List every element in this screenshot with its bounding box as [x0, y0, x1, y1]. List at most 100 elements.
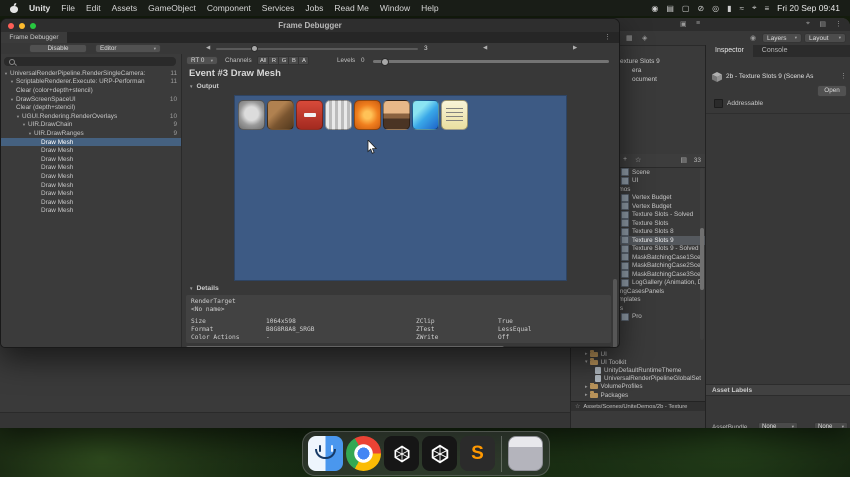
next-event-button[interactable]: ▶ — [573, 45, 577, 51]
disclosure-arrow-icon[interactable]: ▸ — [585, 351, 588, 357]
character-texture-thumbnail[interactable] — [383, 100, 410, 130]
attach-target-dropdown[interactable]: Editor ▾ — [95, 44, 161, 53]
menu-item-window[interactable]: Window — [380, 3, 410, 13]
striped-texture-thumbnail[interactable] — [325, 100, 352, 130]
asset-row[interactable]: UnityDefaultRuntimeTheme — [571, 366, 705, 374]
tree-row[interactable]: Draw Mesh — [1, 164, 181, 173]
chrome-dock-icon[interactable] — [346, 436, 381, 471]
previous-event-button[interactable]: ◀ — [483, 45, 487, 51]
tab-menu-icon[interactable]: ⋮ — [604, 33, 611, 41]
red-icon-texture-thumbnail[interactable] — [296, 100, 323, 130]
wifi-icon[interactable]: ≈ — [740, 4, 744, 13]
layers-dropdown[interactable]: Layers ▾ — [762, 33, 802, 43]
unity-hub-dock-icon[interactable] — [384, 436, 419, 471]
foldout-arrow-icon[interactable]: ▼ — [22, 122, 26, 127]
menu-item-gameobject[interactable]: GameObject — [148, 3, 196, 13]
folder-row[interactable]: ▾ UI Toolkit — [571, 358, 705, 366]
open-button[interactable]: Open — [817, 85, 847, 97]
battery-icon[interactable]: ▮ — [727, 4, 731, 13]
search-icon[interactable]: ⌖ — [806, 20, 810, 28]
menu-app-name[interactable]: Unity — [29, 3, 50, 13]
trash-dock-icon[interactable] — [508, 436, 543, 471]
foldout-arrow-icon[interactable]: ▼ — [16, 114, 20, 119]
tree-row[interactable]: ▼ UIR.DrawChain 9 — [1, 121, 181, 130]
channel-b-button[interactable]: B — [289, 56, 300, 65]
tree-row[interactable]: Draw Mesh — [1, 189, 181, 198]
scrollbar-handle[interactable] — [613, 279, 617, 347]
scrollbar-handle[interactable] — [186, 346, 504, 347]
tree-row[interactable]: ▼ DrawScreenSpaceUI 10 — [1, 95, 181, 104]
add-icon[interactable]: + — [623, 156, 627, 163]
channel-all-button[interactable]: All — [257, 56, 270, 65]
display-icon[interactable]: ▤ — [666, 4, 674, 13]
hidden-count-icon[interactable]: ▤ — [680, 156, 687, 164]
more-icon[interactable]: ⋮ — [835, 20, 842, 28]
search-field[interactable] — [4, 57, 176, 66]
disable-button[interactable]: Disable — [29, 44, 87, 53]
grid-icon[interactable]: ▤ — [819, 20, 826, 28]
asset-labels-header[interactable]: Asset Labels — [706, 384, 850, 396]
tree-row[interactable]: Draw Mesh — [1, 172, 181, 181]
disclosure-arrow-icon[interactable]: ▸ — [585, 384, 588, 390]
tool-grid-icon[interactable]: ▦ — [626, 34, 633, 42]
tab-inspector[interactable]: Inspector — [706, 45, 753, 57]
tree-row[interactable]: Draw Mesh — [1, 207, 181, 216]
tab-frame-debugger[interactable]: Frame Debugger — [1, 32, 67, 43]
render-target-dropdown[interactable]: RT 0 ▾ — [186, 56, 218, 65]
screen-mirroring-icon[interactable]: ◎ — [712, 4, 719, 13]
folder-row[interactable]: ▸ VolumeProfiles — [571, 382, 705, 391]
tree-row[interactable]: Draw Mesh — [1, 181, 181, 190]
horizontal-scrollbar[interactable] — [186, 346, 611, 347]
foldout-arrow-icon[interactable]: ▼ — [10, 79, 14, 84]
camera-icon[interactable]: ◉ — [651, 4, 658, 13]
hierarchy-item[interactable]: exture Slots 9 — [620, 58, 706, 67]
hierarchy-item[interactable]: ocument — [620, 76, 706, 85]
disclosure-arrow-icon[interactable]: ▾ — [585, 359, 588, 365]
tree-row[interactable]: Clear (color+depth+stencil) — [1, 86, 181, 95]
layout-dropdown[interactable]: Layout ▾ — [804, 33, 846, 43]
levels-slider-handle[interactable] — [381, 57, 389, 66]
assetbundle-variant-dropdown[interactable]: None ▾ — [814, 422, 848, 428]
tree-row[interactable]: Draw Mesh — [1, 198, 181, 207]
frame-debugger-titlebar[interactable]: Frame Debugger — [1, 19, 619, 33]
sublime-text-dock-icon[interactable]: S — [460, 436, 495, 471]
foldout-arrow-icon[interactable]: ▼ — [10, 97, 14, 102]
vertical-scrollbar[interactable] — [613, 55, 617, 347]
finder-dock-icon[interactable] — [308, 436, 343, 471]
tree-row[interactable]: ▼ UIR.DrawRanges 9 — [1, 129, 181, 138]
hierarchy-item[interactable]: era — [620, 67, 706, 76]
cloud-icon[interactable]: ≡ — [696, 20, 700, 27]
tree-row[interactable]: ▼ ScriptableRenderer.Execute: URP-Perform… — [1, 78, 181, 87]
foldout-arrow-icon[interactable]: ▼ — [28, 131, 32, 136]
menu-item-edit[interactable]: Edit — [86, 3, 101, 13]
gauge-texture-thumbnail[interactable] — [238, 100, 265, 130]
event-slider-track[interactable] — [216, 48, 418, 50]
menu-item-assets[interactable]: Assets — [112, 3, 138, 13]
favorite-star-icon[interactable]: ☆ — [635, 156, 641, 164]
apple-menu-icon[interactable] — [10, 4, 18, 13]
menu-item-help[interactable]: Help — [421, 3, 438, 13]
menubar-clock[interactable]: Fri 20 Sep 09:41 — [777, 3, 840, 13]
unity-editor-dock-icon[interactable] — [422, 436, 457, 471]
tree-row[interactable]: Draw Mesh — [1, 146, 181, 155]
menu-item-file[interactable]: File — [61, 3, 75, 13]
levels-slider-track[interactable] — [373, 60, 609, 63]
focus-mode-icon[interactable]: ⊘ — [697, 4, 704, 13]
account-avatar-icon[interactable]: ◉ — [750, 34, 756, 42]
foldout-arrow-icon[interactable]: ▼ — [4, 71, 8, 76]
tree-row[interactable]: Draw Mesh — [1, 155, 181, 164]
tree-row[interactable]: Clear (depth+stencil) — [1, 103, 181, 112]
menu-item-readme[interactable]: Read Me — [334, 3, 369, 13]
channel-g-button[interactable]: G — [279, 56, 290, 65]
addressable-checkbox[interactable] — [714, 99, 723, 108]
assetbundle-dropdown[interactable]: None ▾ — [758, 422, 798, 428]
control-center-icon[interactable]: ≡ — [764, 4, 769, 13]
channel-a-button[interactable]: A — [299, 56, 310, 65]
orange-flower-texture-thumbnail[interactable] — [354, 100, 381, 130]
menu-item-jobs[interactable]: Jobs — [305, 3, 323, 13]
menu-item-services[interactable]: Services — [262, 3, 295, 13]
menu-item-component[interactable]: Component — [207, 3, 251, 13]
tree-row[interactable]: ▼ UGUI.Rendering.RenderOverlays 10 — [1, 112, 181, 121]
tree-row-selected[interactable]: Draw Mesh — [1, 137, 181, 147]
channel-r-button[interactable]: R — [269, 56, 280, 65]
